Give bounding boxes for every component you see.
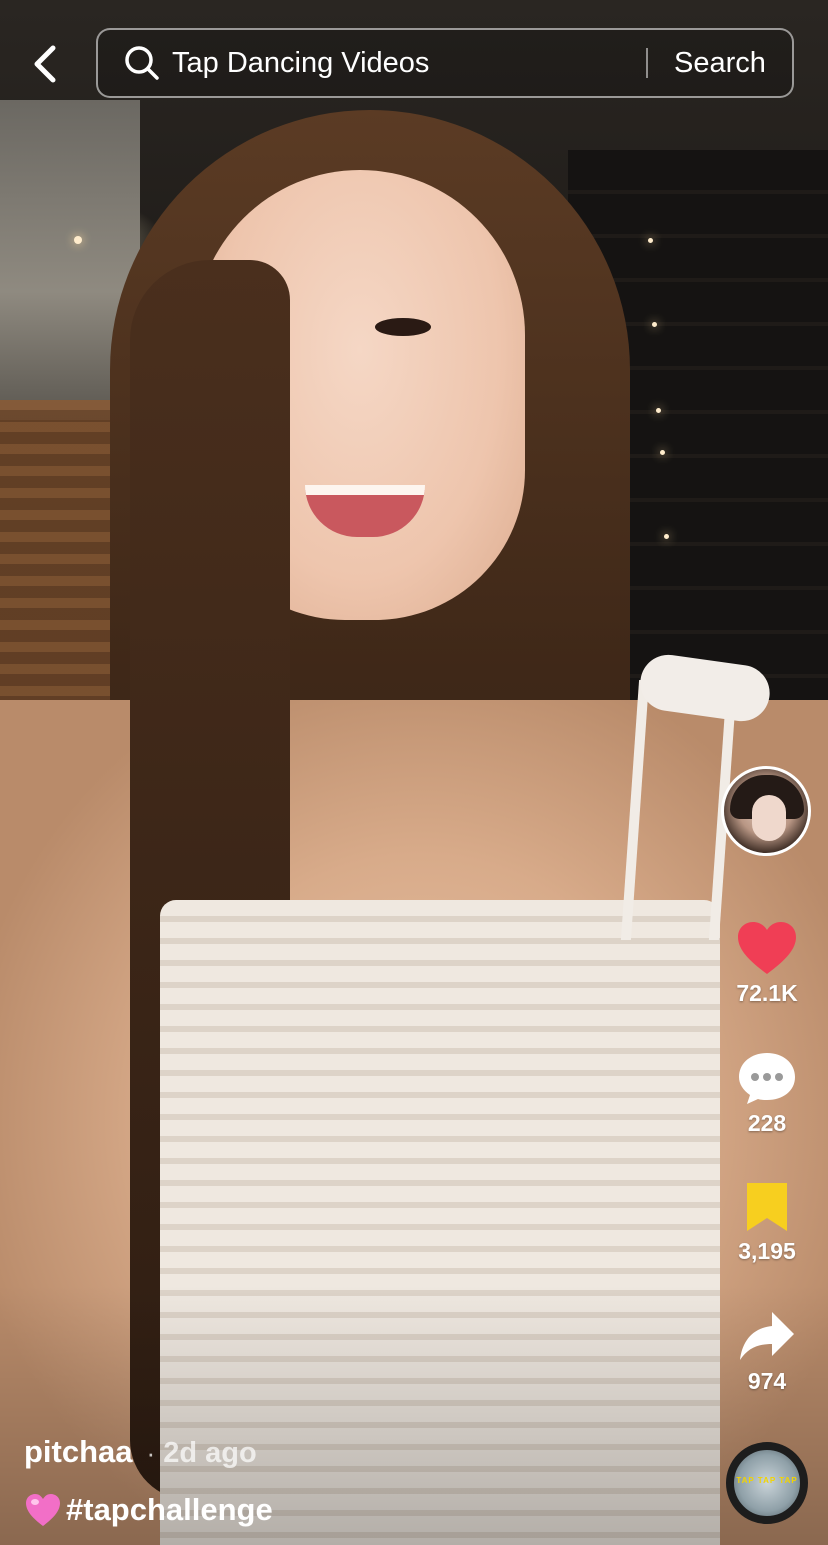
like-button[interactable]: 72.1K: [717, 920, 817, 1007]
save-button[interactable]: 3,195: [717, 1180, 817, 1265]
background-light: [656, 408, 661, 413]
save-count: 3,195: [738, 1238, 796, 1264]
share-button[interactable]: 974: [717, 1310, 817, 1395]
avatar-face: [752, 795, 786, 841]
background-light: [648, 238, 653, 243]
music-disc-label: TAP TAP TAP: [736, 1476, 798, 1485]
bookmark-icon: [747, 1183, 787, 1231]
chevron-left-icon: [34, 45, 56, 83]
pink-heart-emoji-icon: [26, 1494, 60, 1526]
separator-dot: ·: [146, 1438, 156, 1468]
person-eye: [375, 318, 431, 336]
heart-icon: [738, 922, 796, 974]
background-light: [652, 322, 657, 327]
post-time: 2d ago: [163, 1437, 257, 1469]
back-button[interactable]: [20, 40, 68, 88]
share-count: 974: [747, 1368, 787, 1394]
background-light: [660, 450, 665, 455]
person-top-strap: [620, 680, 738, 940]
share-arrow-icon: [740, 1312, 794, 1360]
search-icon: [125, 46, 159, 80]
music-disc[interactable]: TAP TAP TAP: [726, 1442, 808, 1524]
background-light: [74, 236, 82, 244]
video-caption: #tapchallenge: [24, 1488, 273, 1532]
author-line: pitchaa · 2d ago: [24, 1434, 257, 1474]
search-bar[interactable]: Tap Dancing Videos Search: [96, 28, 794, 98]
comment-count: 228: [747, 1110, 787, 1136]
search-query[interactable]: Tap Dancing Videos: [172, 47, 646, 80]
creator-avatar[interactable]: [721, 766, 811, 856]
search-button[interactable]: Search: [648, 47, 792, 80]
author-username[interactable]: pitchaa: [24, 1434, 133, 1470]
comment-icon: [739, 1053, 795, 1104]
comment-button[interactable]: 228: [717, 1050, 817, 1137]
video-player[interactable]: [0, 0, 828, 1545]
caption-hashtag[interactable]: #tapchallenge: [66, 1492, 273, 1528]
background-light: [664, 534, 669, 539]
like-count: 72.1K: [736, 980, 798, 1006]
